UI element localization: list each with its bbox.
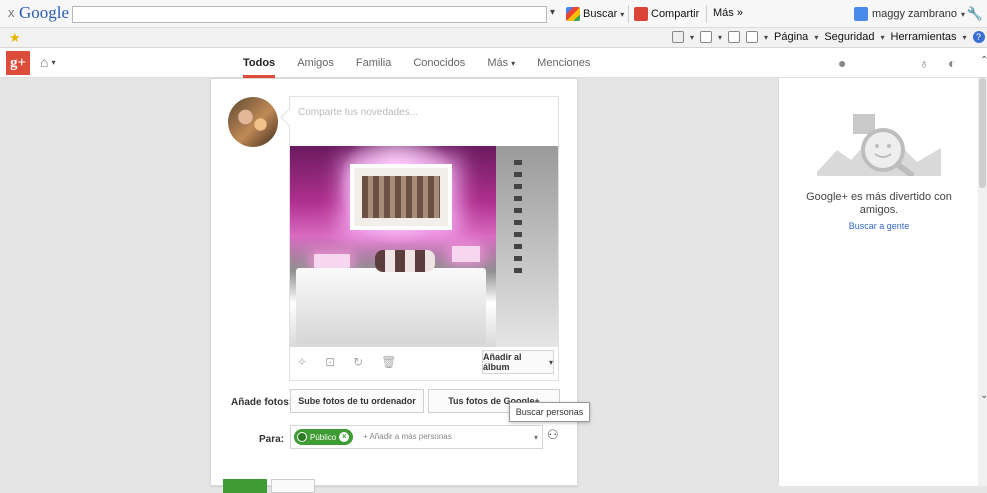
suggestions-panel: Google+ es más divertido con amigos. Bus… <box>778 78 978 486</box>
public-chip[interactable]: Público × <box>294 429 354 445</box>
user-name: maggy zambrano <box>871 8 957 20</box>
attached-photo <box>290 146 558 347</box>
mas-label: Más » <box>713 7 743 19</box>
photo-wall <box>496 146 558 347</box>
rotate-icon[interactable]: ↻ <box>353 355 363 369</box>
share-button[interactable] <box>223 479 267 493</box>
toolbar-divider <box>706 5 707 23</box>
add-to-album-label: Añadir al álbum <box>483 352 522 372</box>
stream-tabs: Todos Amigos Familia Conocidos Más ▾ Men… <box>243 48 590 78</box>
wrench-icon[interactable]: 🔧 <box>967 6 983 22</box>
suggestions-message: Google+ es más divertido con amigos. <box>806 191 952 216</box>
ie-command-bar: ★ ▾ ▾ ▾ Página ▾ Seguridad ▾ Herramientas ▾… <box>0 28 987 48</box>
photo-bed <box>296 268 486 344</box>
home-icon: ⌂ <box>40 54 49 70</box>
photo-light <box>452 246 480 262</box>
google-logo: Google <box>19 3 70 22</box>
crop-icon[interactable]: ⊡ <box>325 355 335 369</box>
tooltip: Buscar personas <box>509 402 590 422</box>
home-menu-button[interactable]: ⌂ ▾ <box>40 54 55 70</box>
tab-mas[interactable]: Más ▾ <box>487 48 515 78</box>
pagina-menu[interactable]: Página <box>774 31 808 43</box>
cancel-button[interactable] <box>271 479 315 493</box>
ie-tools: ▾ ▾ ▾ Página ▾ Seguridad ▾ Herramientas ▾ ?… <box>672 31 987 43</box>
chevron-down-icon[interactable]: ▾ <box>718 33 722 42</box>
to-label: Para: <box>259 434 285 445</box>
gplus-logo[interactable]: g+ <box>6 51 30 75</box>
toolbar-divider <box>628 5 629 23</box>
print-icon[interactable] <box>746 31 759 43</box>
tab-amigos[interactable]: Amigos <box>297 48 334 78</box>
scroll-thumb[interactable] <box>979 78 986 188</box>
compartir-button[interactable]: Compartir <box>634 7 699 21</box>
chevron-down-icon: ▾ <box>548 357 553 367</box>
chevron-down-icon: ▾ <box>51 57 56 67</box>
herramientas-menu[interactable]: Herramientas <box>891 31 957 43</box>
upload-photos-button[interactable]: Sube fotos de tu ordenador <box>290 389 424 413</box>
chevron-down-icon: ▾ <box>511 59 516 68</box>
chevron-down-icon[interactable]: ▾ <box>690 33 694 42</box>
photo-pillows <box>375 250 435 272</box>
scroll-down-icon[interactable]: ⌄ <box>980 390 987 401</box>
main-content: Comparte tus novedades... ✧ ⊡ ↻ 🗑 Añadir… <box>0 78 987 493</box>
share-placeholder[interactable]: Comparte tus novedades... <box>298 107 418 118</box>
buscar-button[interactable]: Buscar ▾ <box>566 7 624 21</box>
buscar-label: Buscar <box>583 8 618 20</box>
remove-icon[interactable]: × <box>339 432 350 442</box>
add-photos-label: Añade fotos: <box>231 397 293 408</box>
chevron-down-icon[interactable]: ▾ <box>534 433 538 442</box>
tab-mas-label: Más <box>487 57 509 69</box>
scroll-up-icon[interactable]: ⌃ <box>980 55 987 66</box>
find-people-link[interactable]: Buscar a gente <box>789 221 969 231</box>
add-to-album-button[interactable]: Añadir al álbum ▾ <box>482 350 554 374</box>
seguridad-menu[interactable]: Seguridad <box>824 31 874 43</box>
chevron-down-icon[interactable]: ▾ <box>764 33 768 42</box>
gplus-navbar: g+ ⌂ ▾ Todos Amigos Familia Conocidos Má… <box>0 48 987 78</box>
notifications-icon[interactable]: ♁ <box>919 55 930 71</box>
chevron-down-icon: ▾ <box>962 32 967 42</box>
photo-tools: ✧ ⊡ ↻ 🗑 <box>297 355 396 369</box>
mail-icon[interactable] <box>728 31 741 43</box>
trash-icon[interactable]: 🗑 <box>381 355 396 369</box>
compartir-label: Compartir <box>651 8 700 20</box>
find-people-icon[interactable]: ⚇ <box>547 427 559 443</box>
mas-button[interactable]: Más » <box>713 7 743 19</box>
feeds-icon[interactable] <box>700 31 713 43</box>
tab-familia[interactable]: Familia <box>356 48 391 78</box>
chevron-down-icon: ▾ <box>814 32 819 42</box>
user-menu[interactable]: maggy zambrano ▾ <box>853 7 965 21</box>
compartir-icon <box>634 7 648 21</box>
photo-artwork <box>350 164 452 230</box>
public-chip-label: Público <box>310 432 337 442</box>
add-people-input[interactable]: + Añadir a más personas <box>363 432 452 441</box>
search-dropdown-icon[interactable]: ▾ <box>550 7 555 18</box>
tab-conocidos[interactable]: Conocidos <box>413 48 465 78</box>
chevron-down-icon: ▾ <box>620 9 625 19</box>
page-scrollbar[interactable] <box>978 78 987 486</box>
share-card: Comparte tus novedades... ✧ ⊡ ↻ 🗑 Añadir… <box>210 78 578 493</box>
home-icon[interactable] <box>672 31 684 43</box>
avatar[interactable] <box>228 97 278 147</box>
hangout-icon[interactable]: ● <box>838 55 846 71</box>
google-toolbar: x Google ▾ Buscar ▾ Compartir Más » magg… <box>0 0 987 28</box>
tab-todos[interactable]: Todos <box>243 48 276 78</box>
globe-icon <box>297 432 307 442</box>
magic-wand-icon[interactable]: ✧ <box>297 355 307 369</box>
toolbar-search-input[interactable] <box>72 6 547 23</box>
tab-menciones[interactable]: Menciones <box>537 48 590 78</box>
buscar-icon <box>566 7 580 21</box>
close-toolbar-button[interactable]: x <box>8 5 15 20</box>
user-avatar-icon <box>853 7 868 21</box>
help-icon[interactable]: ? <box>972 31 985 43</box>
audience-field[interactable]: Público × + Añadir a más personas ▾ <box>290 425 543 449</box>
chat-icon[interactable]: ◐ <box>948 55 956 71</box>
find-friends-illustration <box>817 114 941 176</box>
chevron-down-icon: ▾ <box>960 9 965 19</box>
chevron-down-icon: ▾ <box>880 32 885 42</box>
favorites-star-icon[interactable]: ★ <box>9 30 21 46</box>
